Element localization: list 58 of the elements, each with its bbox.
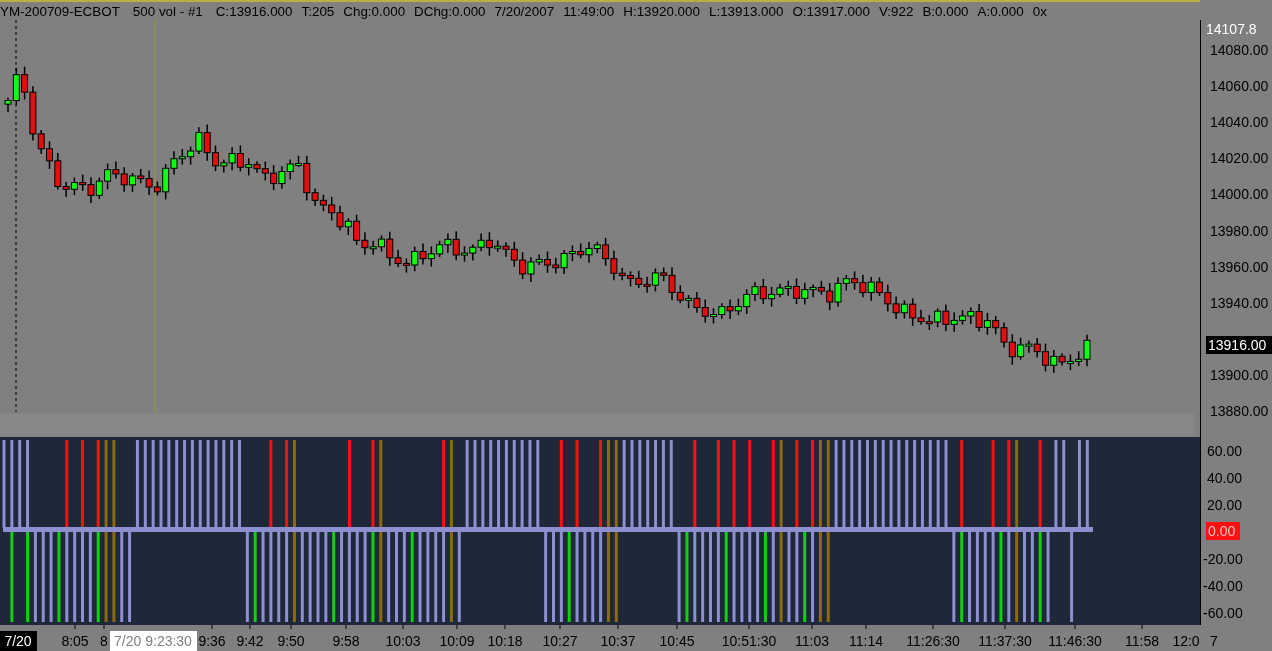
price-tick: 13980.00 [1210,222,1269,239]
quote-field: C:13916.000 [215,3,293,19]
price-tick: 13880.00 [1210,403,1269,419]
time-label: 11:03 [795,633,829,649]
quote-field: L:13913.000 [708,3,784,19]
indicator-tick: 40.00 [1207,470,1243,486]
time-label: 9:42 [236,633,264,649]
time-label: 11:14 [849,633,883,649]
time-label: 11:26:30 [906,633,960,649]
price-tick: 14000.00 [1210,186,1269,203]
quote-field: 7/20/2007 [494,3,555,19]
price-tick: 13940.00 [1210,294,1269,311]
symbol-label: YM-200709-ECBOT [0,3,120,19]
time-label: 10:03 [385,633,421,649]
quote-field: 0x [1032,3,1047,19]
interval-label: 500 vol - #1 [132,3,203,19]
time-label: 10:27 [542,633,578,649]
price-tick: 14060.00 [1210,78,1269,95]
time-label: 10:45 [659,633,695,649]
quote-field: O:13917.000 [792,3,870,19]
time-label: 8:05 [61,633,89,649]
quote-field: H:13920.000 [623,3,700,19]
time-label: 12:0 [1172,633,1200,649]
indicator-tick: -40.00 [1203,578,1243,594]
quote-field: T:205 [301,3,335,19]
indicator-tick: 20.00 [1207,497,1243,513]
date-label: 7/20 [0,631,37,651]
time-label: 10:37 [600,633,636,649]
time-label: 11:46:30 [1048,633,1102,649]
time-label: 10:51:30 [721,633,777,649]
price-tick: 14040.00 [1210,114,1269,131]
time-label: 9:58 [332,633,360,649]
indicator-tick: -60.00 [1203,605,1243,621]
price-high-label: 14107.8 [1206,21,1257,37]
quote-field: DChg:0.000 [414,3,486,19]
quote-field: A:0.000 [977,3,1024,19]
last-price-label: 13916.00 [1206,336,1272,354]
time-label: 9:36 [198,633,226,649]
price-tick: 13900.00 [1210,366,1269,383]
price-tick: 14080.00 [1210,42,1269,58]
zero-label: 0.00 [1206,522,1240,540]
cursor-time-label: 7/20 9:23:30 [110,631,197,651]
quote-field: B:0.000 [922,3,969,19]
quote-field: Chg:0.000 [343,3,406,19]
time-label: 9:50 [277,633,305,649]
time-label: 7 [1210,633,1218,649]
time-label: 11:37:30 [978,633,1032,649]
price-tick: 13960.00 [1210,258,1269,275]
time-label: 8 [100,633,108,649]
splitter-bar[interactable] [0,413,1194,435]
indicator-tick: -20.00 [1203,551,1243,567]
time-label: 11:58 [1125,633,1159,649]
price-tick: 14020.00 [1210,150,1269,167]
time-label: 10:18 [487,633,523,649]
time-label: 10:09 [439,633,475,649]
quote-field: 11:49:00 [563,3,615,19]
indicator-tick: 60.00 [1207,443,1243,459]
quote-field: V:922 [878,3,914,19]
